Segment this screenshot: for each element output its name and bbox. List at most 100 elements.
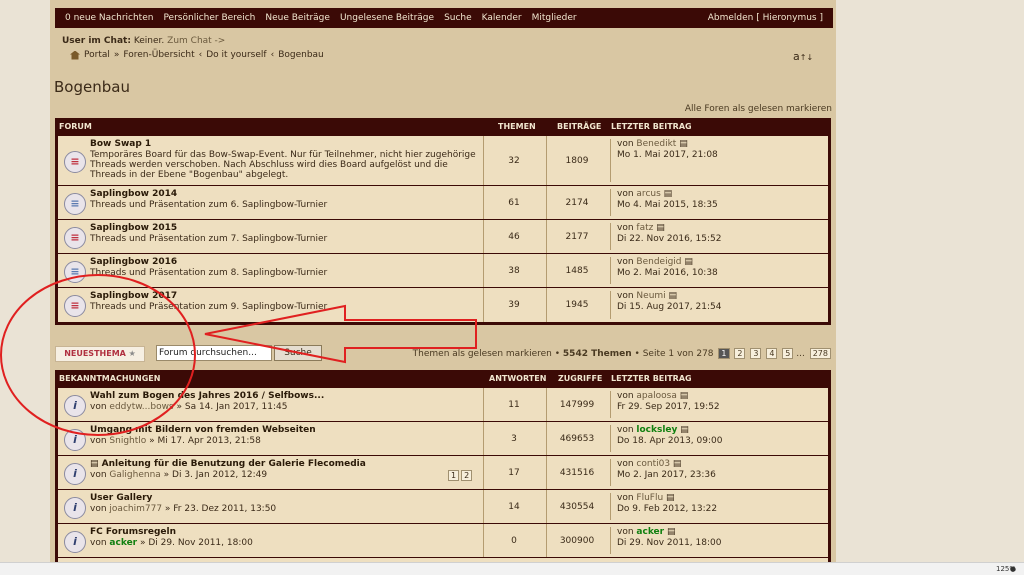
new-topic-button[interactable]: NEUESTHEMA ★ — [55, 346, 145, 362]
forum-title[interactable]: Bow Swap 1 — [90, 139, 151, 149]
last-post-user[interactable]: Bendeigid — [636, 257, 681, 267]
topic-author[interactable]: Galighenna — [109, 470, 160, 480]
topic-author[interactable]: acker — [109, 538, 137, 548]
topic-title[interactable]: ▤ Anleitung für die Benutzung der Galeri… — [90, 459, 366, 469]
page-link[interactable]: 2 — [734, 348, 746, 359]
last-post-user[interactable]: Neumi — [636, 291, 665, 301]
forum-unread-icon — [64, 226, 86, 249]
home-icon[interactable] — [70, 50, 80, 60]
topic-row[interactable]: FC Forumsregeln von acker » Di 29. Nov 2… — [58, 523, 828, 557]
topic-title[interactable]: User Gallery — [90, 493, 152, 503]
goto-post-icon[interactable]: ▤ — [684, 257, 693, 267]
topic-row[interactable]: Wahl zum Bogen des Jahres 2016 / Selfbow… — [58, 387, 828, 421]
last-post-user[interactable]: apaloosa — [636, 391, 676, 401]
topic-count: 46 — [483, 220, 544, 253]
topic-title[interactable]: Umgang mit Bildern von fremden Webseiten — [90, 425, 316, 435]
view-count: 147999 — [546, 388, 607, 421]
last-post-user[interactable]: conti03 — [636, 459, 670, 469]
announcement-icon — [64, 428, 86, 451]
nav-logout[interactable]: Abmelden [ Hieronymus ] — [708, 13, 823, 23]
topic-count: 61 — [483, 186, 544, 219]
forum-title[interactable]: Saplingbow 2016 — [90, 257, 177, 267]
breadcrumb-forum-index[interactable]: Foren-Übersicht — [123, 50, 194, 60]
goto-post-icon[interactable]: ▤ — [680, 391, 689, 401]
nav-messages[interactable]: 0 neue Nachrichten — [65, 13, 153, 23]
topic-author[interactable]: joachim777 — [109, 504, 162, 514]
last-post-user[interactable]: locksley — [636, 425, 677, 435]
goto-post-icon[interactable]: ▤ — [666, 493, 675, 503]
announcement-icon — [64, 530, 86, 553]
chat-label: User im Chat: — [62, 36, 131, 46]
last-post-user[interactable]: acker — [636, 527, 664, 537]
topic-title[interactable]: FC Forumsregeln — [90, 527, 176, 537]
forum-title[interactable]: Saplingbow 2017 — [90, 291, 177, 301]
nav-personal[interactable]: Persönlicher Bereich — [163, 13, 255, 23]
breadcrumb-portal[interactable]: Portal — [84, 50, 110, 60]
announcement-icon — [64, 462, 86, 485]
forum-description: Threads und Präsentation zum 8. Saplingb… — [90, 268, 328, 278]
search-button[interactable]: Suche — [274, 345, 322, 361]
topic-row[interactable]: Umgang mit Bildern von fremden Webseiten… — [58, 421, 828, 455]
topic-row[interactable]: ▤ Anleitung für die Benutzung der Galeri… — [58, 455, 828, 489]
forum-row[interactable]: Saplingbow 2014 Threads und Präsentation… — [58, 185, 828, 219]
topic-row[interactable]: User Gallery von joachim777 » Fr 23. Dez… — [58, 489, 828, 523]
announcement-icon — [64, 496, 86, 519]
page-link[interactable]: 4 — [766, 348, 778, 359]
last-post-user[interactable]: arcus — [636, 189, 660, 199]
topic-author[interactable]: Snightlo — [109, 436, 146, 446]
topic-toolbar: NEUESTHEMA ★ Forum durchsuchen... Suche … — [55, 345, 831, 363]
nav-new-posts[interactable]: Neue Beiträge — [265, 13, 330, 23]
forum-title[interactable]: Saplingbow 2015 — [90, 223, 177, 233]
topic-title[interactable]: Wahl zum Bogen des Jahres 2016 / Selfbow… — [90, 391, 324, 401]
nav-members[interactable]: Mitglieder — [532, 13, 577, 23]
goto-post-icon[interactable]: ▤ — [664, 189, 673, 199]
mark-all-read-link[interactable]: Alle Foren als gelesen markieren — [685, 104, 832, 114]
goto-post-icon[interactable]: ▤ — [679, 139, 688, 149]
col-last-post: LETZTER BEITRAG — [611, 374, 692, 383]
breadcrumb-diy[interactable]: Do it yourself — [206, 50, 266, 60]
page-link-last[interactable]: 278 — [809, 348, 831, 359]
page-link-current[interactable]: 1 — [718, 348, 730, 359]
nav-calendar[interactable]: Kalender — [482, 13, 522, 23]
last-post-user[interactable]: Benedikt — [636, 139, 676, 149]
goto-post-icon[interactable]: ▤ — [656, 223, 665, 233]
forum-row[interactable]: Saplingbow 2016 Threads und Präsentation… — [58, 253, 828, 287]
announcement-icon — [64, 394, 86, 417]
breadcrumb-sep: ‹ — [270, 50, 275, 60]
breadcrumb-bogenbau[interactable]: Bogenbau — [278, 50, 324, 60]
topic-author[interactable]: eddytw...bows — [109, 402, 173, 412]
forum-title[interactable]: Saplingbow 2014 — [90, 189, 177, 199]
goto-post-icon[interactable]: ▤ — [673, 459, 682, 469]
goto-post-icon[interactable]: ▤ — [680, 425, 689, 435]
reply-count: 3 — [483, 422, 544, 455]
page-title: Bogenbau — [54, 78, 130, 96]
forum-row[interactable]: Saplingbow 2017 Threads und Präsentation… — [58, 287, 828, 322]
last-post-user[interactable]: FluFlu — [636, 493, 663, 503]
forum-row[interactable]: Saplingbow 2015 Threads und Präsentation… — [58, 219, 828, 253]
topic-count: 39 — [483, 288, 544, 322]
forum-search-input[interactable]: Forum durchsuchen... — [156, 345, 272, 361]
col-announcements: BEKANNTMACHUNGEN — [59, 374, 161, 383]
nav-unread-posts[interactable]: Ungelesene Beiträge — [340, 13, 434, 23]
forum-read-icon — [64, 192, 86, 215]
forum-page: 0 neue Nachrichten Persönlicher Bereich … — [50, 0, 836, 575]
chat-status: User im Chat: Keiner. Zum Chat -> — [62, 36, 225, 46]
page-link[interactable]: 5 — [782, 348, 794, 359]
reply-count: 17 — [483, 456, 544, 489]
page-link[interactable]: 3 — [750, 348, 762, 359]
nav-search[interactable]: Suche — [444, 13, 472, 23]
last-post-date: Mo 2. Mai 2016, 10:38 — [617, 268, 718, 278]
goto-post-icon[interactable]: ▤ — [669, 291, 678, 301]
mark-topics-read-link[interactable]: Themen als gelesen markieren — [413, 349, 552, 359]
page-background-right — [836, 0, 1024, 575]
chat-link[interactable]: Zum Chat -> — [167, 36, 225, 46]
star-icon: ★ — [128, 349, 136, 358]
page-link[interactable]: 1 — [448, 470, 460, 481]
font-size-icon[interactable]: a↑↓ — [793, 50, 813, 63]
goto-post-icon[interactable]: ▤ — [667, 527, 676, 537]
forum-row[interactable]: Bow Swap 1 Temporäres Board für das Bow-… — [58, 135, 828, 185]
last-post: von fatz ▤ Di 22. Nov 2016, 15:52 — [610, 223, 721, 250]
last-post-user[interactable]: fatz — [636, 223, 653, 233]
page-link[interactable]: 2 — [461, 470, 473, 481]
topic-pagination: 12 — [446, 470, 473, 481]
